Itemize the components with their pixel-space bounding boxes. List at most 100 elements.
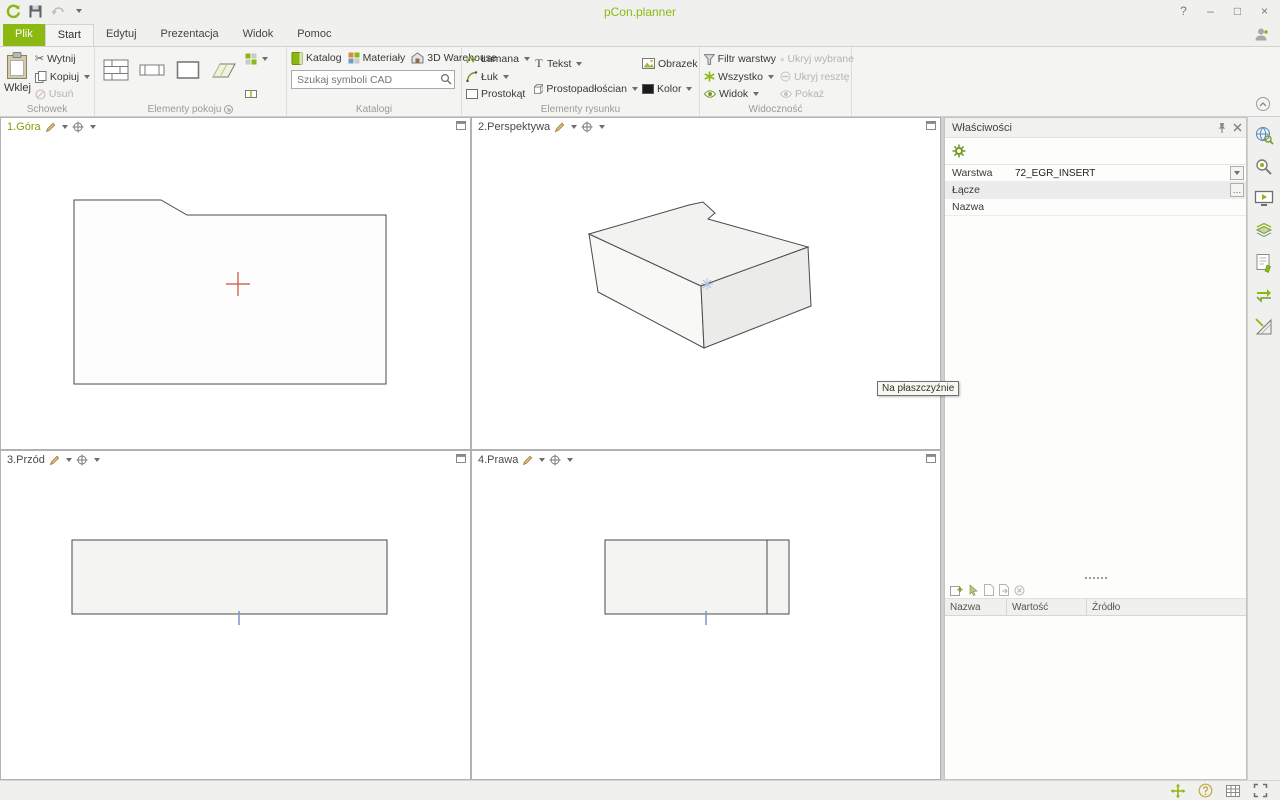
chevron-down-icon[interactable]	[539, 458, 545, 462]
text-button[interactable]: T Tekst	[534, 56, 638, 72]
chevron-down-icon[interactable]	[62, 125, 68, 129]
viewport-maximize-button[interactable]	[926, 454, 936, 463]
chevron-down-icon[interactable]	[571, 125, 577, 129]
layers-icon[interactable]	[1252, 219, 1276, 243]
wall-segment-button[interactable]	[135, 50, 169, 90]
layer-dropdown-button[interactable]	[1230, 166, 1244, 180]
chevron-down-icon[interactable]	[503, 75, 509, 79]
viewport-przod[interactable]: 3.Przód	[0, 450, 471, 780]
dialog-launcher-icon[interactable]	[224, 105, 233, 114]
pick-attribute-icon[interactable]	[968, 584, 979, 596]
viewport-prawa[interactable]: 4.Prawa	[471, 450, 941, 780]
maximize-button[interactable]: □	[1224, 0, 1251, 22]
chevron-down-icon[interactable]	[524, 57, 530, 61]
chevron-down-icon[interactable]	[686, 87, 692, 91]
catalog-button[interactable]: Katalog	[291, 50, 342, 66]
assistant-icon[interactable]	[1198, 783, 1213, 798]
element-settings-icon[interactable]	[951, 143, 967, 159]
rectangle-button[interactable]: Prostokąt	[466, 86, 530, 102]
user-account-icon[interactable]	[1254, 27, 1270, 42]
search-icon[interactable]	[440, 73, 452, 85]
copy-button[interactable]: Kopiuj	[35, 69, 90, 85]
chevron-down-icon[interactable]	[768, 75, 774, 79]
view-orientation-icon[interactable]	[549, 454, 561, 466]
media-browser-icon[interactable]	[1252, 187, 1276, 211]
collapse-ribbon-button[interactable]	[1256, 97, 1270, 111]
pin-icon[interactable]	[1217, 122, 1227, 134]
pencil-icon[interactable]	[45, 122, 56, 133]
tab-widok[interactable]: Widok	[231, 24, 286, 46]
statusbar	[0, 780, 1280, 800]
viewport-title[interactable]: 1.Góra	[7, 121, 41, 133]
viewport-maximize-button[interactable]	[456, 121, 466, 130]
chevron-down-icon[interactable]	[567, 458, 573, 462]
chevron-down-icon[interactable]	[576, 62, 582, 66]
paste-button[interactable]: Wklej	[4, 50, 31, 103]
chevron-down-icon[interactable]	[90, 125, 96, 129]
tab-plik[interactable]: Plik	[3, 24, 45, 46]
tab-pomoc[interactable]: Pomoc	[285, 24, 343, 46]
color-button[interactable]: Kolor	[642, 81, 698, 97]
viewport-maximize-button[interactable]	[456, 454, 466, 463]
close-panel-icon[interactable]	[1233, 123, 1242, 132]
tab-prezentacja[interactable]: Prezentacja	[149, 24, 231, 46]
add-attribute-icon[interactable]	[950, 584, 963, 597]
globe-search-icon[interactable]	[1252, 123, 1276, 147]
view-visibility-button[interactable]: Widok	[704, 86, 776, 102]
viewport-title[interactable]: 2.Perspektywa	[478, 121, 550, 133]
attributes-table-body[interactable]	[945, 616, 1246, 779]
drafting-icon[interactable]	[1252, 315, 1276, 339]
layer-filter-button[interactable]: Filtr warstwy	[704, 51, 776, 67]
wall-tool-button[interactable]	[99, 50, 133, 90]
product-search-icon[interactable]	[1252, 155, 1276, 179]
property-row-lacze[interactable]: Łącze …	[945, 182, 1246, 199]
close-button[interactable]: ×	[1251, 0, 1278, 22]
link-browse-button[interactable]: …	[1230, 183, 1244, 197]
viewport-perspektywa[interactable]: 2.Perspektywa	[471, 117, 941, 450]
materials-button[interactable]: Materiały	[348, 50, 406, 66]
viewport-title[interactable]: 3.Przód	[7, 454, 45, 466]
property-row-nazwa[interactable]: Nazwa	[945, 199, 1246, 216]
viewport-maximize-button[interactable]	[926, 121, 936, 130]
search-input[interactable]	[291, 70, 455, 89]
image-button[interactable]: Obrazek	[642, 56, 698, 72]
cuboid-button[interactable]: Prostopadłościan	[534, 81, 638, 97]
tiles-icon	[245, 53, 257, 65]
view-orientation-icon[interactable]	[72, 121, 84, 133]
help-button[interactable]: ?	[1170, 0, 1197, 22]
viewport-gora[interactable]: 1.Góra	[0, 117, 471, 450]
tab-start[interactable]: Start	[45, 24, 94, 46]
chevron-down-icon[interactable]	[632, 87, 638, 91]
arc-button[interactable]: Łuk	[466, 69, 530, 85]
pan-mode-icon[interactable]	[1170, 783, 1186, 799]
viewport-title[interactable]: 4.Prawa	[478, 454, 518, 466]
annotation-icon[interactable]	[1252, 251, 1276, 275]
show-button: Pokaż	[780, 86, 854, 102]
text-tool-icon: T	[534, 56, 544, 71]
view-orientation-icon[interactable]	[581, 121, 593, 133]
tab-edytuj[interactable]: Edytuj	[94, 24, 149, 46]
polyline-button[interactable]: Łamana	[466, 51, 530, 67]
floor-tool-button[interactable]	[207, 50, 241, 90]
show-all-button[interactable]: Wszystko	[704, 69, 776, 85]
view-orientation-icon[interactable]	[76, 454, 88, 466]
chevron-down-icon[interactable]	[262, 57, 268, 61]
chevron-down-icon[interactable]	[66, 458, 72, 462]
property-row-warstwa[interactable]: Warstwa 72_EGR_INSERT	[945, 165, 1246, 182]
room-elements-extra-button[interactable]	[245, 51, 268, 67]
room-outline-button[interactable]	[171, 50, 205, 90]
chevron-down-icon[interactable]	[94, 458, 100, 462]
chevron-down-icon[interactable]	[599, 125, 605, 129]
panel-splitter[interactable]	[945, 573, 1246, 582]
minimize-button[interactable]: –	[1197, 0, 1224, 22]
chevron-down-icon[interactable]	[753, 92, 759, 96]
fullscreen-icon[interactable]	[1253, 783, 1268, 798]
chevron-down-icon[interactable]	[84, 75, 90, 79]
grid-view-icon[interactable]	[1225, 784, 1241, 798]
replace-arrows-icon[interactable]	[1252, 283, 1276, 307]
pencil-icon[interactable]	[522, 455, 533, 466]
cut-button[interactable]: ✂ Wytnij	[35, 51, 90, 67]
room-divider-button[interactable]	[245, 86, 268, 102]
pencil-icon[interactable]	[49, 455, 60, 466]
pencil-icon[interactable]	[554, 122, 565, 133]
